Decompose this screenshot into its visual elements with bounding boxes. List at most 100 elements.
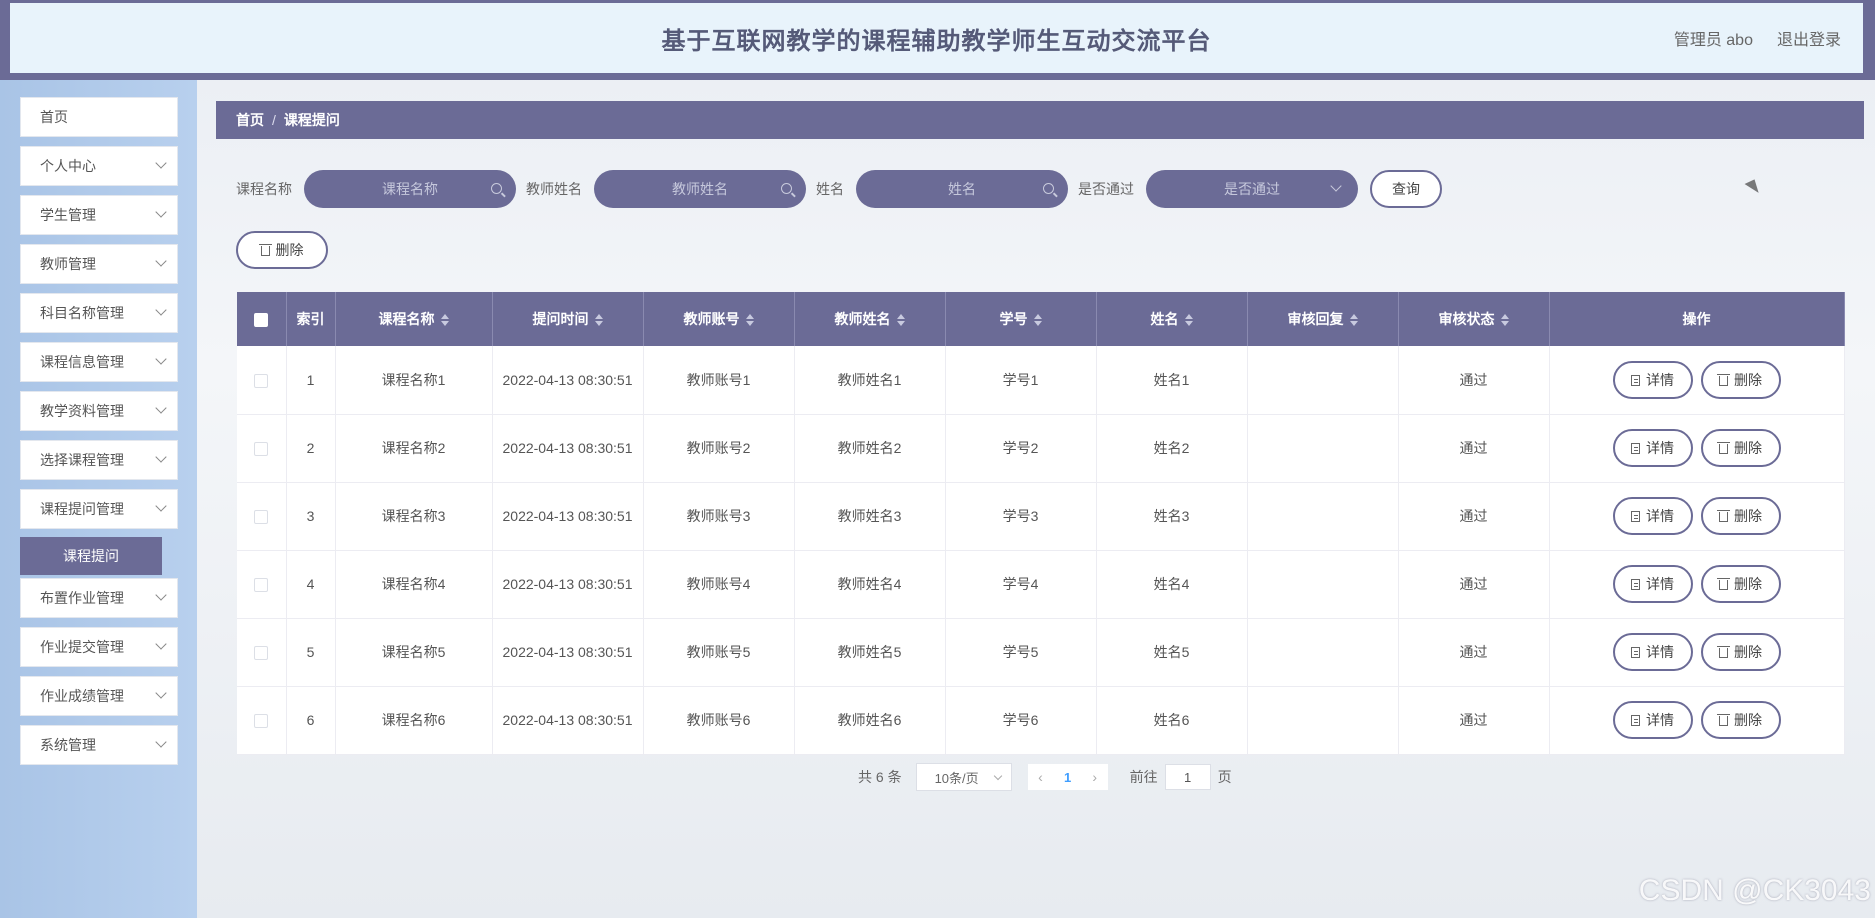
query-button[interactable]: 查询	[1370, 170, 1442, 208]
logout-link[interactable]: 退出登录	[1777, 26, 1841, 50]
cell-status: 通过	[1398, 414, 1550, 483]
current-user: 管理员 abo	[1673, 32, 1753, 49]
cell-name: 姓名4	[1096, 550, 1248, 619]
sort-icon[interactable]	[440, 314, 449, 327]
cell-student-no: 学号4	[945, 550, 1097, 619]
next-page-button[interactable]: ›	[1092, 769, 1097, 785]
sidebar-item-6[interactable]: 教学资料管理	[20, 391, 178, 431]
row-checkbox[interactable]	[254, 646, 269, 661]
column-header-5[interactable]: 学号	[945, 292, 1097, 346]
row-delete-button[interactable]: 删除	[1700, 428, 1781, 467]
sidebar-item-label: 科目名称管理	[40, 305, 124, 321]
row-delete-button[interactable]: 删除	[1700, 700, 1781, 739]
sidebar-item-10[interactable]: 作业提交管理	[20, 627, 178, 667]
sort-icon[interactable]	[1184, 314, 1193, 327]
page-size-select[interactable]: 10条/页	[915, 763, 1012, 791]
row-checkbox[interactable]	[254, 578, 269, 593]
cell-time: 2022-04-13 08:30:51	[492, 686, 644, 755]
teacher-name-input[interactable]	[625, 181, 775, 197]
sidebar-item-1[interactable]: 个人中心	[20, 146, 178, 186]
student-name-input[interactable]	[887, 181, 1037, 197]
cell-course: 课程名称6	[335, 686, 493, 755]
row-delete-button[interactable]: 删除	[1700, 496, 1781, 535]
sidebar-item-12[interactable]: 系统管理	[20, 725, 178, 765]
cell-name: 姓名3	[1096, 482, 1248, 551]
cell-actions: 详情 删除	[1549, 346, 1845, 415]
detail-button[interactable]: 详情	[1612, 565, 1693, 604]
detail-button[interactable]: 详情	[1612, 361, 1693, 399]
cell-student-no: 学号6	[945, 686, 1097, 755]
column-header-6[interactable]: 姓名	[1096, 292, 1248, 346]
sidebar-item-9[interactable]: 布置作业管理	[20, 578, 178, 618]
goto-page-input[interactable]	[1164, 764, 1211, 790]
detail-label: 详情	[1646, 372, 1674, 388]
cell-time: 2022-04-13 08:30:51	[492, 482, 644, 551]
document-icon	[1631, 374, 1640, 386]
row-delete-button[interactable]: 删除	[1700, 564, 1781, 603]
detail-button[interactable]: 详情	[1612, 429, 1693, 468]
pass-status-select[interactable]: 是否通过	[1146, 170, 1358, 208]
cell-index: 1	[286, 346, 336, 415]
select-all-checkbox[interactable]	[254, 313, 269, 328]
sidebar-item-11[interactable]: 作业成绩管理	[20, 676, 178, 716]
teacher-name-field	[594, 170, 806, 208]
sidebar-item-3[interactable]: 教师管理	[20, 244, 178, 284]
column-header-3[interactable]: 教师账号	[643, 292, 795, 346]
app-title: 基于互联网教学的课程辅助教学师生互动交流平台	[661, 27, 1212, 55]
column-header-label: 学号	[999, 311, 1028, 327]
detail-label: 详情	[1646, 576, 1674, 593]
detail-button[interactable]: 详情	[1612, 633, 1693, 672]
delete-label: 删除	[1734, 711, 1762, 728]
sort-icon[interactable]	[1500, 314, 1509, 327]
column-header-2[interactable]: 提问时间	[492, 292, 644, 346]
sidebar-item-7[interactable]: 选择课程管理	[20, 440, 178, 480]
current-page-button[interactable]: 1	[1064, 770, 1071, 785]
course-name-input[interactable]	[335, 181, 485, 197]
document-icon	[1631, 578, 1640, 590]
sidebar-item-8[interactable]: 课程提问管理	[20, 489, 178, 529]
row-checkbox[interactable]	[254, 442, 269, 457]
sidebar-item-2[interactable]: 学生管理	[20, 195, 178, 235]
row-delete-button[interactable]: 删除	[1700, 360, 1781, 399]
breadcrumb-home[interactable]: 首页	[236, 110, 264, 130]
cell-actions: 详情 删除	[1549, 414, 1845, 483]
sidebar-item-label: 个人中心	[40, 158, 96, 174]
sort-icon[interactable]	[1349, 314, 1358, 327]
column-header-label: 审核回复	[1287, 311, 1344, 327]
sidebar-item-label: 首页	[40, 109, 68, 125]
column-header-8[interactable]: 审核状态	[1398, 292, 1550, 346]
total-count: 共 6 条	[858, 769, 902, 785]
detail-button[interactable]: 详情	[1612, 701, 1693, 740]
column-header-7[interactable]: 审核回复	[1247, 292, 1399, 346]
sort-icon[interactable]	[896, 314, 905, 327]
pagination: 共 6 条 10条/页 ‹ 1 › 前往 页	[858, 763, 1232, 791]
column-header-label: 课程名称	[378, 311, 435, 327]
sidebar-subitem-active[interactable]: 课程提问	[20, 537, 162, 575]
sort-icon[interactable]	[745, 314, 754, 327]
row-select-cell	[237, 550, 287, 619]
cell-student-no: 学号3	[945, 482, 1097, 551]
prev-page-button[interactable]: ‹	[1038, 769, 1043, 785]
chevron-down-icon	[155, 451, 167, 463]
row-delete-button[interactable]: 删除	[1700, 632, 1781, 671]
sidebar-item-0[interactable]: 首页	[20, 97, 178, 137]
row-select-cell	[237, 686, 287, 755]
sort-icon[interactable]	[594, 314, 603, 327]
bulk-delete-button[interactable]: 删除	[236, 231, 328, 269]
row-checkbox[interactable]	[254, 714, 269, 729]
course-name-field	[304, 170, 516, 208]
column-header-4[interactable]: 教师姓名	[794, 292, 946, 346]
column-header-label: 教师账号	[683, 311, 740, 327]
sort-icon[interactable]	[1033, 314, 1042, 327]
row-checkbox[interactable]	[254, 374, 269, 389]
header-bar: 基于互联网教学的课程辅助教学师生互动交流平台 管理员 abo 退出登录	[0, 0, 1875, 80]
row-checkbox[interactable]	[254, 510, 269, 525]
column-header-1[interactable]: 课程名称	[335, 292, 493, 346]
sidebar-item-4[interactable]: 科目名称管理	[20, 293, 178, 333]
cell-course: 课程名称4	[335, 550, 493, 619]
cell-name: 姓名5	[1096, 618, 1248, 687]
cell-name: 姓名1	[1096, 346, 1248, 415]
student-name-label: 姓名	[816, 181, 844, 197]
sidebar-item-5[interactable]: 课程信息管理	[20, 342, 178, 382]
detail-button[interactable]: 详情	[1612, 497, 1693, 536]
